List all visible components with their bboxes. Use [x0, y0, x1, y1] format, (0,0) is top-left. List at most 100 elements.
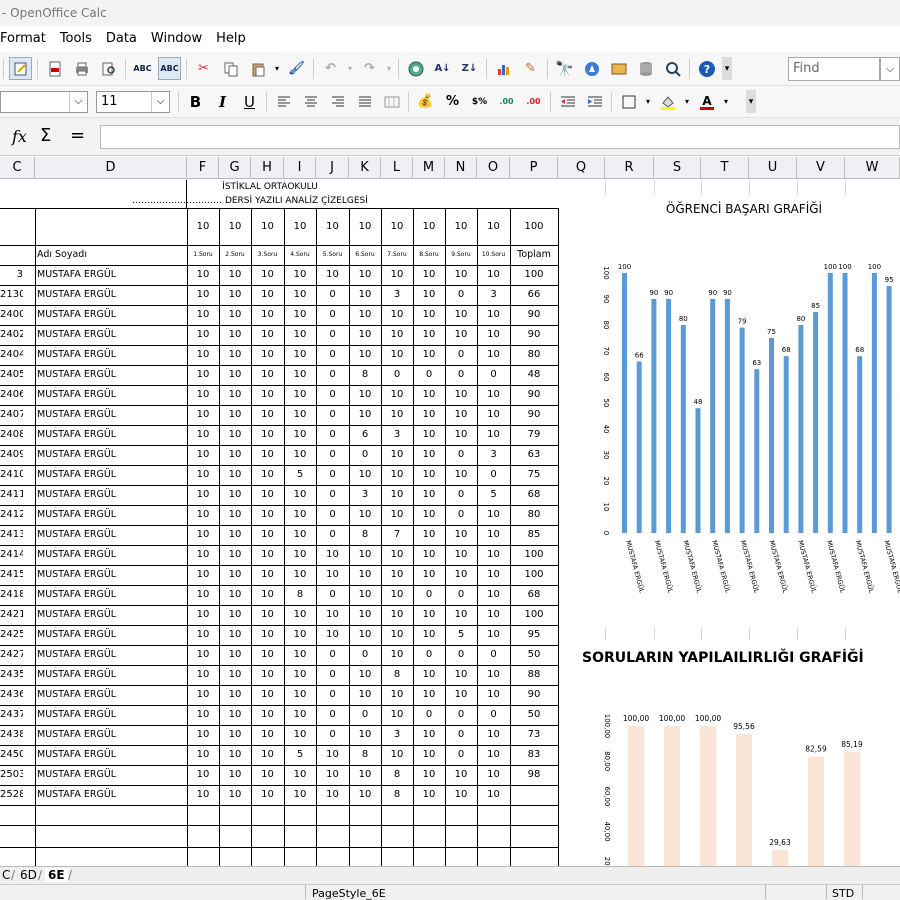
total-cell[interactable]: 48	[510, 365, 558, 385]
student-name-cell[interactable]: MUSTAFA ERGÜL	[35, 325, 187, 345]
score-cell[interactable]: 10	[284, 725, 316, 745]
question-header-cell[interactable]: 6.Soru	[349, 245, 381, 265]
score-cell[interactable]: 10	[477, 605, 510, 625]
score-cell[interactable]: 10	[316, 745, 349, 765]
total-cell[interactable]: 90	[510, 385, 558, 405]
student-number-cell[interactable]: 2421	[0, 605, 23, 625]
draw-functions-icon[interactable]: ✎	[519, 57, 542, 80]
score-cell[interactable]: 10	[251, 645, 284, 665]
score-cell[interactable]: 10	[251, 705, 284, 725]
score-cell[interactable]: 0	[445, 705, 477, 725]
score-cell[interactable]: 10	[477, 265, 510, 285]
column-header-c[interactable]: C	[0, 157, 35, 179]
student-name-cell[interactable]: MUSTAFA ERGÜL	[35, 585, 187, 605]
score-cell[interactable]: 10	[284, 325, 316, 345]
copy-icon[interactable]	[219, 57, 242, 80]
total-cell[interactable]: 88	[510, 665, 558, 685]
score-cell[interactable]: 10	[284, 305, 316, 325]
score-cell[interactable]: 10	[445, 265, 477, 285]
total-cell[interactable]: 95	[510, 625, 558, 645]
score-cell[interactable]: 10	[284, 665, 316, 685]
student-number-cell[interactable]: 2405	[0, 365, 23, 385]
function-icon[interactable]: =	[70, 125, 85, 146]
student-number-cell[interactable]: 2435	[0, 665, 23, 685]
score-cell[interactable]: 6	[349, 425, 381, 445]
column-header-p[interactable]: P	[510, 157, 558, 179]
column-header-q[interactable]: Q	[558, 157, 605, 179]
score-cell[interactable]: 10	[445, 685, 477, 705]
score-cell[interactable]: 10	[445, 665, 477, 685]
score-cell[interactable]: 10	[413, 525, 445, 545]
total-cell[interactable]: 90	[510, 405, 558, 425]
student-number-cell[interactable]: 2402	[0, 325, 23, 345]
score-cell[interactable]: 10	[349, 565, 381, 585]
question-header-cell[interactable]: 1.Soru	[187, 245, 219, 265]
max-points-cell[interactable]: 10	[381, 209, 413, 245]
score-cell[interactable]: 10	[187, 365, 219, 385]
column-header-i[interactable]: I	[284, 157, 316, 179]
column-header-d[interactable]: D	[35, 157, 187, 179]
score-cell[interactable]: 0	[445, 485, 477, 505]
column-header-j[interactable]: J	[316, 157, 349, 179]
score-cell[interactable]: 0	[445, 505, 477, 525]
score-cell[interactable]: 10	[381, 605, 413, 625]
score-cell[interactable]: 10	[187, 725, 219, 745]
score-cell[interactable]: 10	[284, 605, 316, 625]
score-cell[interactable]: 10	[219, 585, 251, 605]
score-cell[interactable]: 10	[187, 665, 219, 685]
score-cell[interactable]: 10	[187, 645, 219, 665]
score-cell[interactable]: 10	[413, 765, 445, 785]
score-cell[interactable]: 10	[477, 585, 510, 605]
score-cell[interactable]: 10	[251, 285, 284, 305]
find-input[interactable]: Find	[788, 57, 880, 81]
student-name-cell[interactable]: MUSTAFA ERGÜL	[35, 525, 187, 545]
question-header-cell[interactable]: 9.Soru	[445, 245, 477, 265]
score-cell[interactable]: 10	[251, 625, 284, 645]
column-header-m[interactable]: M	[413, 157, 445, 179]
score-cell[interactable]: 3	[381, 725, 413, 745]
score-cell[interactable]: 10	[187, 405, 219, 425]
score-cell[interactable]: 10	[477, 665, 510, 685]
total-cell[interactable]: 90	[510, 305, 558, 325]
question-header-cell[interactable]: Toplam	[510, 245, 558, 265]
student-name-cell[interactable]: MUSTAFA ERGÜL	[35, 685, 187, 705]
print-icon[interactable]	[70, 57, 93, 80]
total-cell[interactable]: 83	[510, 745, 558, 765]
score-cell[interactable]: 10	[413, 285, 445, 305]
score-cell[interactable]: 10	[219, 445, 251, 465]
underline-icon[interactable]: U	[238, 90, 261, 113]
score-cell[interactable]: 10	[477, 405, 510, 425]
total-cell[interactable]: 73	[510, 725, 558, 745]
score-cell[interactable]: 0	[381, 365, 413, 385]
score-cell[interactable]: 10	[219, 485, 251, 505]
column-header-h[interactable]: H	[251, 157, 284, 179]
score-cell[interactable]: 0	[445, 285, 477, 305]
sheet-tab-6d[interactable]: 6D	[20, 868, 37, 882]
score-cell[interactable]: 10	[445, 605, 477, 625]
borders-icon[interactable]	[617, 90, 640, 113]
score-cell[interactable]: 10	[381, 545, 413, 565]
student-number-cell[interactable]: 3	[0, 265, 23, 285]
score-cell[interactable]: 10	[187, 285, 219, 305]
score-cell[interactable]: 10	[477, 725, 510, 745]
score-cell[interactable]: 10	[251, 445, 284, 465]
score-cell[interactable]: 10	[284, 265, 316, 285]
autospellcheck-icon[interactable]: ABC	[158, 57, 181, 80]
score-cell[interactable]: 10	[316, 545, 349, 565]
score-cell[interactable]: 0	[316, 345, 349, 365]
selection-mode[interactable]: STD	[832, 887, 854, 900]
student-name-cell[interactable]: MUSTAFA ERGÜL	[35, 745, 187, 765]
total-cell[interactable]: 100	[510, 605, 558, 625]
score-cell[interactable]: 10	[219, 725, 251, 745]
score-cell[interactable]: 10	[381, 305, 413, 325]
score-cell[interactable]: 10	[284, 485, 316, 505]
score-cell[interactable]: 10	[413, 565, 445, 585]
chevron-down-icon[interactable]: ⌵	[69, 91, 87, 112]
score-cell[interactable]: 0	[316, 525, 349, 545]
student-number-cell[interactable]: 2411	[0, 485, 23, 505]
score-cell[interactable]: 10	[219, 765, 251, 785]
navigator-icon[interactable]	[580, 57, 603, 80]
score-cell[interactable]: 10	[219, 605, 251, 625]
total-cell[interactable]: 50	[510, 705, 558, 725]
score-cell[interactable]: 8	[349, 365, 381, 385]
